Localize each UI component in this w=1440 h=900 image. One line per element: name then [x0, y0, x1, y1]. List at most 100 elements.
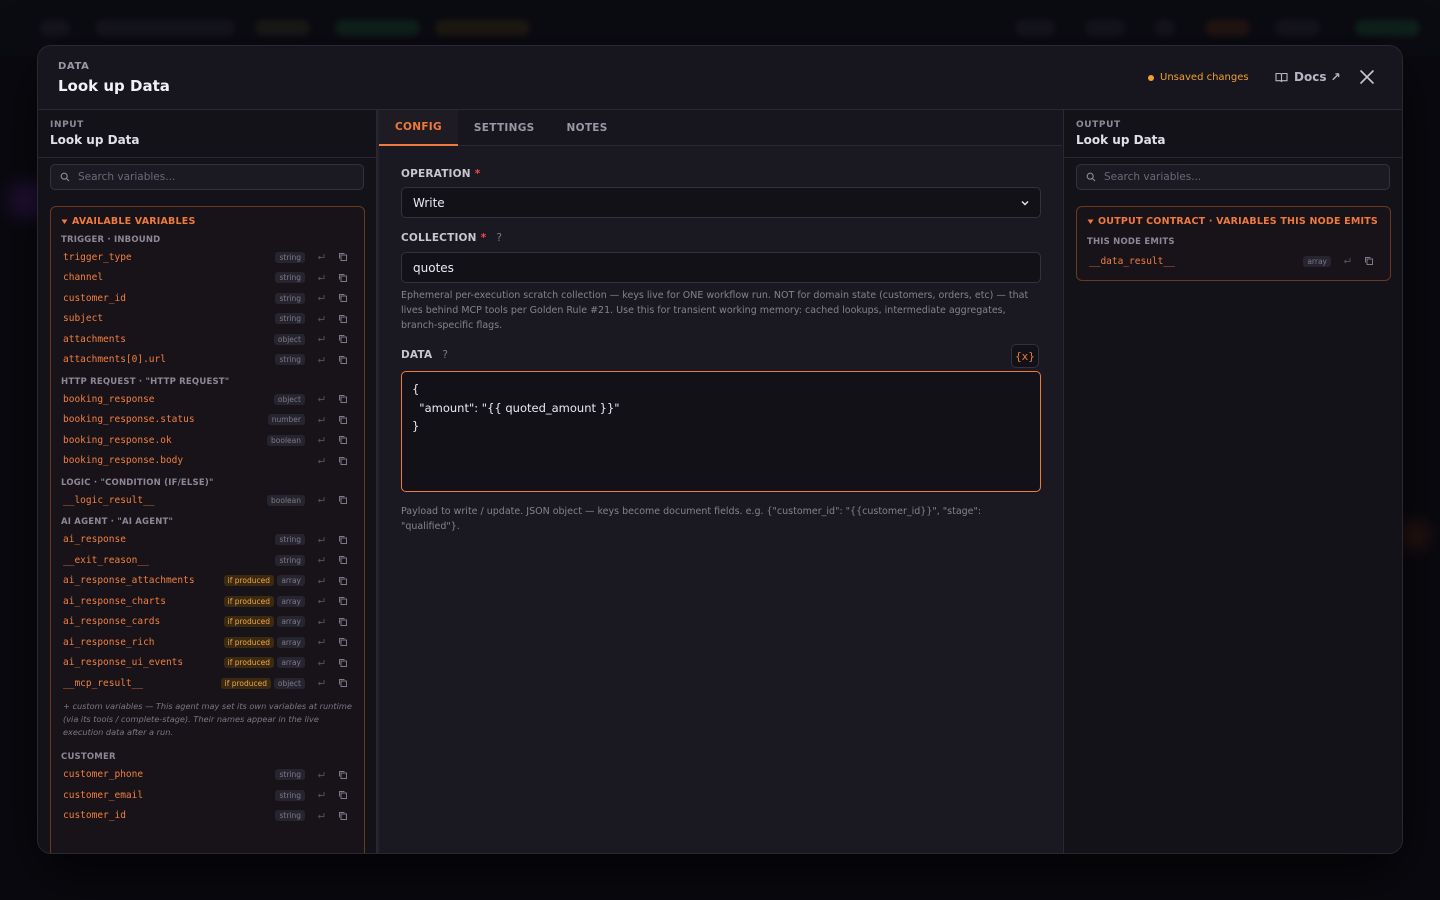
insert-icon[interactable] [316, 811, 326, 821]
copy-icon[interactable] [338, 435, 348, 445]
insert-icon[interactable] [316, 617, 326, 627]
insert-icon[interactable] [316, 596, 326, 606]
copy-icon[interactable] [338, 535, 348, 545]
variable-row[interactable]: customer_phone string [51, 765, 364, 786]
required-marker: * [474, 168, 481, 180]
output-contract-toggle[interactable]: OUTPUT CONTRACT · VARIABLES THIS NODE EM… [1077, 214, 1390, 228]
output-pane-title: Look up Data [1076, 133, 1166, 147]
variable-row[interactable]: __logic_result__ boolean [51, 490, 364, 511]
copy-icon[interactable] [338, 617, 348, 627]
variable-row[interactable]: ai_response_charts array if produced [51, 591, 364, 612]
output-search-field[interactable] [1104, 171, 1364, 183]
insert-icon[interactable] [316, 495, 326, 505]
group-label: TRIGGER · INBOUND [61, 234, 161, 245]
insert-icon[interactable] [316, 790, 326, 800]
insert-icon[interactable] [316, 314, 326, 324]
copy-icon[interactable] [338, 495, 348, 505]
copy-icon[interactable] [338, 596, 348, 606]
copy-icon[interactable] [338, 252, 348, 262]
copy-icon[interactable] [338, 334, 348, 344]
variable-row[interactable]: booking_response.ok boolean [51, 430, 364, 451]
if-produced-badge: if produced [223, 616, 274, 628]
available-variables-toggle[interactable]: AVAILABLE VARIABLES [51, 214, 364, 228]
variable-row[interactable]: subject string [51, 309, 364, 330]
variable-row[interactable]: trigger_type string [51, 247, 364, 268]
help-icon[interactable]: ? [496, 232, 502, 244]
tab-notes[interactable]: NOTES [551, 110, 624, 146]
help-icon[interactable]: ? [442, 349, 448, 361]
insert-icon[interactable] [316, 637, 326, 647]
variable-row[interactable]: customer_email string [51, 785, 364, 806]
operation-select[interactable]: Write [401, 187, 1041, 218]
data-json-editor[interactable]: { "amount": "{{ quoted_amount }}" } [401, 371, 1041, 492]
variable-name: ai_response_rich [63, 636, 155, 648]
copy-icon[interactable] [338, 394, 348, 404]
variable-row[interactable]: ai_response string [51, 530, 364, 551]
output-contract-title: OUTPUT CONTRACT · VARIABLES THIS NODE EM… [1098, 215, 1378, 227]
insert-icon[interactable] [316, 293, 326, 303]
node-config-modal: DATA Look up Data Unsaved changes Docs ↗… [37, 45, 1403, 854]
variable-row[interactable]: __mcp_result__ object if produced [51, 673, 364, 694]
variable-row[interactable]: ai_response_cards array if produced [51, 612, 364, 633]
input-variable-search[interactable] [50, 164, 364, 190]
group-label: THIS NODE EMITS [1087, 236, 1175, 247]
collection-value: quotes [413, 260, 454, 275]
copy-icon[interactable] [338, 415, 348, 425]
variable-row[interactable]: attachments[0].url string [51, 350, 364, 371]
insert-icon[interactable] [316, 576, 326, 586]
insert-icon[interactable] [316, 435, 326, 445]
close-icon[interactable] [1358, 68, 1376, 86]
if-produced-badge: if produced [223, 575, 274, 587]
docs-link[interactable]: Docs ↗ [1275, 70, 1341, 84]
if-produced-badge: if produced [223, 657, 274, 669]
copy-icon[interactable] [338, 293, 348, 303]
copy-icon[interactable] [338, 456, 348, 466]
variable-row[interactable]: booking_response.body [51, 451, 364, 472]
copy-icon[interactable] [338, 790, 348, 800]
insert-icon[interactable] [316, 658, 326, 668]
variable-row[interactable]: booking_response.status number [51, 410, 364, 431]
insert-icon[interactable] [1342, 256, 1352, 266]
insert-icon[interactable] [316, 535, 326, 545]
insert-icon[interactable] [316, 252, 326, 262]
copy-icon[interactable] [338, 555, 348, 565]
copy-icon[interactable] [338, 678, 348, 688]
tab-settings[interactable]: SETTINGS [458, 110, 551, 146]
copy-icon[interactable] [338, 576, 348, 586]
insert-icon[interactable] [316, 770, 326, 780]
variable-row[interactable]: ai_response_ui_events array if produced [51, 653, 364, 674]
copy-icon[interactable] [338, 355, 348, 365]
variable-row[interactable]: customer_id string [51, 288, 364, 309]
copy-icon[interactable] [338, 658, 348, 668]
variable-row[interactable]: __exit_reason__ string [51, 550, 364, 571]
copy-icon[interactable] [338, 637, 348, 647]
output-variable-search[interactable] [1076, 164, 1390, 190]
insert-icon[interactable] [316, 415, 326, 425]
variable-row[interactable]: __data_result__ array [1077, 251, 1390, 272]
variable-row[interactable]: ai_response_attachments array if produced [51, 571, 364, 592]
collection-input[interactable]: quotes [401, 252, 1041, 283]
insert-icon[interactable] [316, 334, 326, 344]
variable-row[interactable]: channel string [51, 268, 364, 289]
insert-icon[interactable] [316, 355, 326, 365]
variable-name: booking_response [63, 393, 155, 405]
copy-icon[interactable] [338, 273, 348, 283]
tab-config[interactable]: CONFIG [379, 110, 458, 146]
insert-icon[interactable] [316, 555, 326, 565]
copy-icon[interactable] [338, 314, 348, 324]
insert-icon[interactable] [316, 394, 326, 404]
insert-icon[interactable] [316, 273, 326, 283]
insert-variable-button[interactable]: {x} [1011, 344, 1039, 368]
variable-row[interactable]: ai_response_rich array if produced [51, 632, 364, 653]
chevron-down-icon [1021, 201, 1029, 206]
insert-icon[interactable] [316, 456, 326, 466]
copy-icon[interactable] [338, 811, 348, 821]
type-badge: string [275, 810, 305, 822]
variable-row[interactable]: attachments object [51, 329, 364, 350]
copy-icon[interactable] [1364, 256, 1374, 266]
insert-icon[interactable] [316, 678, 326, 688]
variable-row[interactable]: booking_response object [51, 389, 364, 410]
input-search-field[interactable] [78, 171, 338, 183]
copy-icon[interactable] [338, 770, 348, 780]
variable-row[interactable]: customer_id string [51, 806, 364, 827]
